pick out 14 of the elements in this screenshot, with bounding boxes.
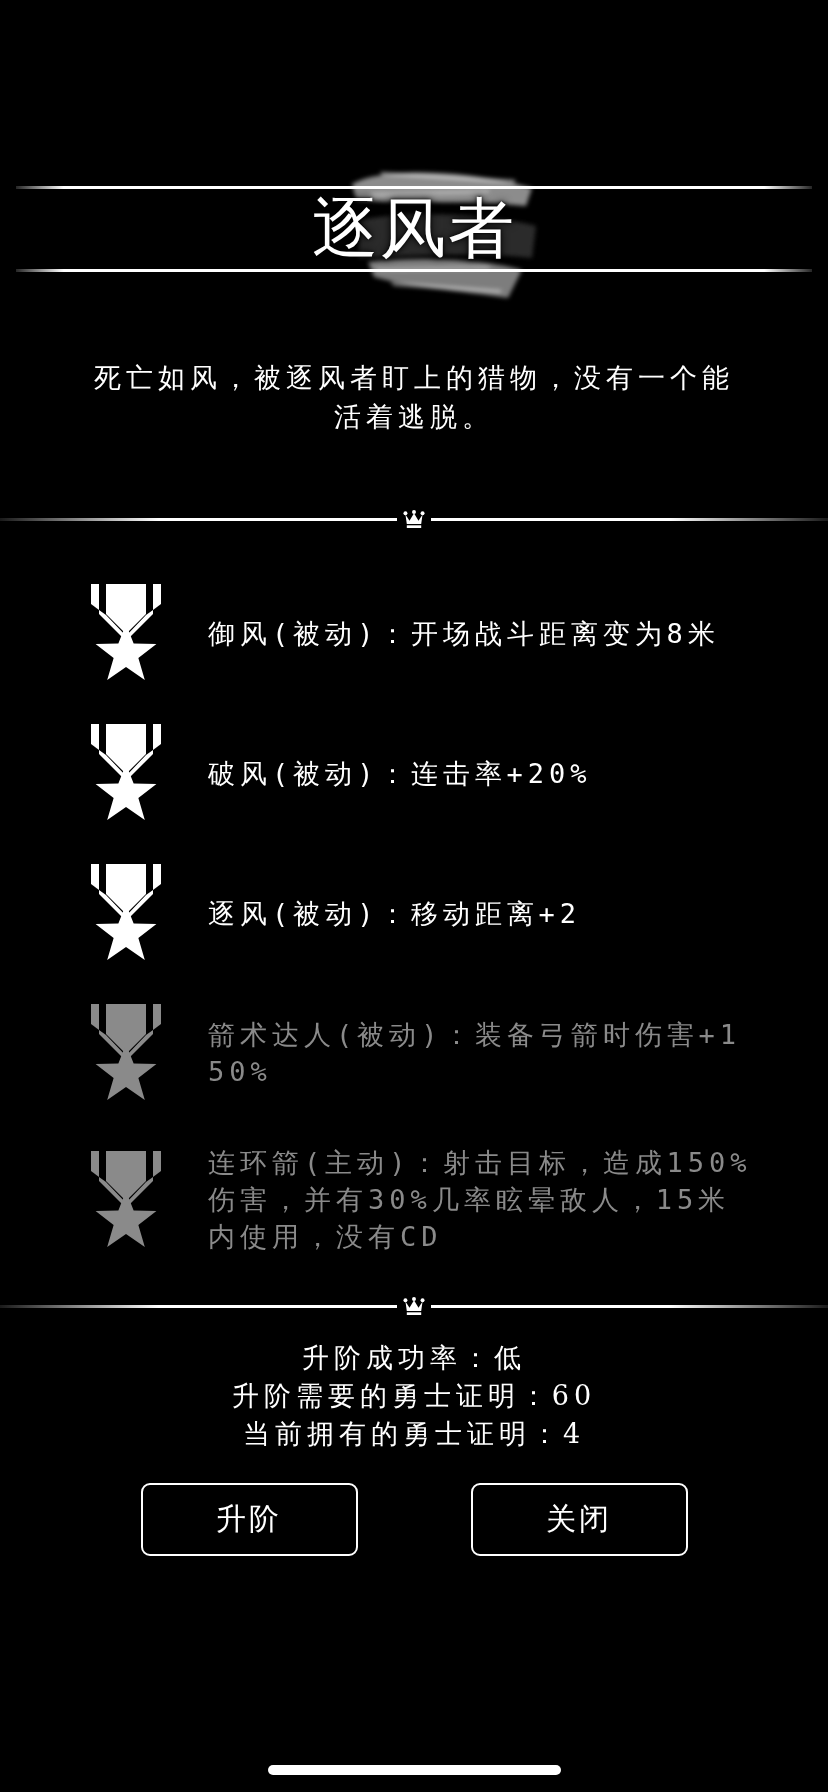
upgrade-info-text: 升阶成功率：低 <box>302 1341 526 1375</box>
description-text: 死亡如风，被逐风者盯上的猎物，没有一个能活着逃脱。 <box>93 361 735 434</box>
skill-description: 御风(被动)：开场战斗距离变为8米 <box>208 616 720 651</box>
skill-description: 破风(被动)：连击率+20% <box>208 756 592 791</box>
skill-description: 连环箭(主动)：射击目标，造成150%伤害，并有30%几率眩晕敌人，15米内使用，没有CD <box>208 1146 753 1254</box>
crown-icon <box>403 510 425 528</box>
skill-description: 逐风(被动)：移动距离+2 <box>208 896 582 931</box>
upgrade-button[interactable]: 升阶 <box>140 1483 358 1556</box>
upgrade-info-text: 当前拥有的勇士证明：4 <box>242 1417 586 1451</box>
skill-description: 箭术达人(被动)：装备弓箭时伤害+150% <box>208 1018 743 1089</box>
close-button[interactable]: 关闭 <box>470 1483 688 1556</box>
page-title: 逐风者 <box>312 191 516 267</box>
crown-icon <box>403 1297 425 1315</box>
upgrade-info-text: 升阶需要的勇士证明：60 <box>231 1379 597 1413</box>
